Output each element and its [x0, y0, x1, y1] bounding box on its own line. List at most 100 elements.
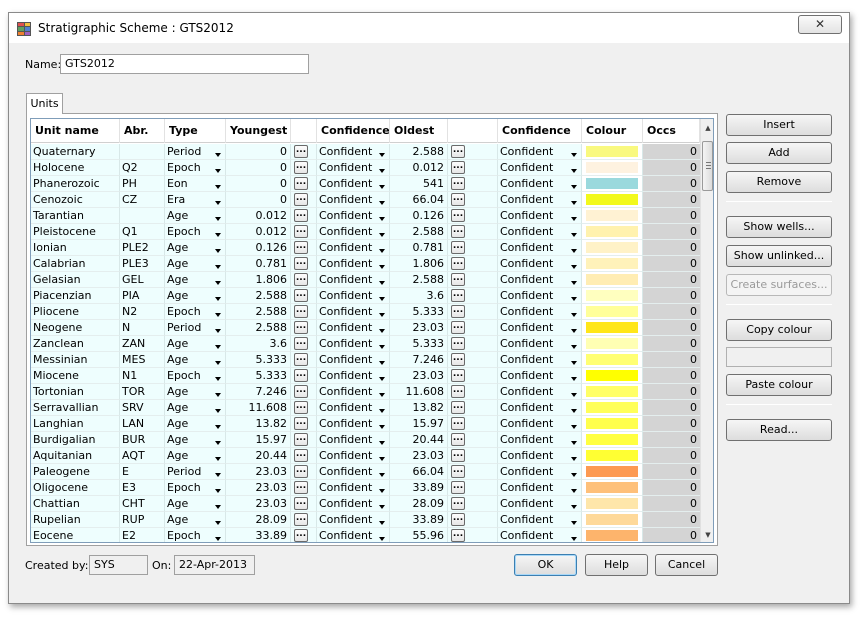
unit-name-cell[interactable]: Messinian — [31, 352, 120, 368]
date-picker-cell[interactable]: ... — [448, 272, 498, 288]
colour-swatch-cell[interactable] — [582, 480, 643, 496]
date-picker-cell[interactable]: ... — [448, 496, 498, 512]
unit-name-cell[interactable]: Tarantian — [31, 208, 120, 224]
type-select-cell[interactable]: Age — [165, 496, 226, 512]
chevron-down-icon[interactable] — [215, 537, 221, 541]
abbreviation-cell[interactable] — [120, 208, 165, 224]
date-picker-cell[interactable]: ... — [291, 336, 317, 352]
ellipsis-button[interactable]: ... — [294, 401, 308, 414]
chevron-down-icon[interactable] — [379, 233, 385, 237]
column-header[interactable]: Oldest — [390, 119, 448, 143]
abbreviation-cell[interactable]: SRV — [120, 400, 165, 416]
type-select-cell[interactable]: Epoch — [165, 480, 226, 496]
date-picker-cell[interactable]: ... — [448, 208, 498, 224]
oldest-cell[interactable]: 28.09 — [390, 496, 448, 512]
youngest-cell[interactable]: 0 — [226, 176, 291, 192]
abbreviation-cell[interactable]: CHT — [120, 496, 165, 512]
youngest-confidence-select[interactable]: Confident — [317, 144, 390, 160]
unit-name-cell[interactable]: Serravallian — [31, 400, 120, 416]
type-select-cell[interactable]: Age — [165, 352, 226, 368]
chevron-down-icon[interactable] — [379, 281, 385, 285]
colour-swatch-cell[interactable] — [582, 304, 643, 320]
chevron-down-icon[interactable] — [379, 505, 385, 509]
date-picker-cell[interactable]: ... — [448, 432, 498, 448]
ellipsis-button[interactable]: ... — [451, 289, 465, 302]
youngest-confidence-select[interactable]: Confident — [317, 416, 390, 432]
youngest-cell[interactable]: 1.806 — [226, 272, 291, 288]
type-select-cell[interactable]: Epoch — [165, 160, 226, 176]
date-picker-cell[interactable]: ... — [291, 416, 317, 432]
chevron-down-icon[interactable] — [571, 393, 577, 397]
date-picker-cell[interactable]: ... — [291, 400, 317, 416]
abbreviation-cell[interactable]: LAN — [120, 416, 165, 432]
chevron-down-icon[interactable] — [571, 457, 577, 461]
chevron-down-icon[interactable] — [379, 153, 385, 157]
colour-swatch[interactable] — [586, 482, 638, 493]
date-picker-cell[interactable]: ... — [291, 368, 317, 384]
youngest-confidence-select[interactable]: Confident — [317, 528, 390, 542]
oldest-confidence-select[interactable]: Confident — [498, 272, 582, 288]
abbreviation-cell[interactable]: E2 — [120, 528, 165, 542]
date-picker-cell[interactable]: ... — [291, 192, 317, 208]
date-picker-cell[interactable]: ... — [291, 352, 317, 368]
date-picker-cell[interactable]: ... — [291, 464, 317, 480]
chevron-down-icon[interactable] — [379, 169, 385, 173]
ellipsis-button[interactable]: ... — [451, 337, 465, 350]
abbreviation-cell[interactable]: N1 — [120, 368, 165, 384]
colour-swatch-cell[interactable] — [582, 448, 643, 464]
youngest-confidence-select[interactable]: Confident — [317, 336, 390, 352]
youngest-confidence-select[interactable]: Confident — [317, 480, 390, 496]
youngest-confidence-select[interactable]: Confident — [317, 400, 390, 416]
chevron-down-icon[interactable] — [379, 377, 385, 381]
youngest-confidence-select[interactable]: Confident — [317, 192, 390, 208]
chevron-down-icon[interactable] — [379, 537, 385, 541]
unit-name-cell[interactable]: Tortonian — [31, 384, 120, 400]
unit-name-cell[interactable]: Paleogene — [31, 464, 120, 480]
type-select-cell[interactable]: Age — [165, 288, 226, 304]
youngest-confidence-select[interactable]: Confident — [317, 304, 390, 320]
insert-button[interactable]: Insert — [726, 114, 832, 136]
oldest-confidence-select[interactable]: Confident — [498, 400, 582, 416]
chevron-down-icon[interactable] — [215, 169, 221, 173]
oldest-cell[interactable]: 33.89 — [390, 512, 448, 528]
chevron-down-icon[interactable] — [379, 329, 385, 333]
column-header[interactable]: Occs — [643, 119, 700, 143]
chevron-down-icon[interactable] — [571, 281, 577, 285]
youngest-cell[interactable]: 23.03 — [226, 480, 291, 496]
date-picker-cell[interactable]: ... — [291, 448, 317, 464]
oldest-confidence-select[interactable]: Confident — [498, 224, 582, 240]
ellipsis-button[interactable]: ... — [451, 481, 465, 494]
abbreviation-cell[interactable]: PH — [120, 176, 165, 192]
unit-name-cell[interactable]: Holocene — [31, 160, 120, 176]
oldest-confidence-select[interactable]: Confident — [498, 144, 582, 160]
ellipsis-button[interactable]: ... — [451, 177, 465, 190]
colour-swatch-cell[interactable] — [582, 432, 643, 448]
unit-name-cell[interactable]: Pliocene — [31, 304, 120, 320]
colour-swatch[interactable] — [586, 466, 638, 477]
date-picker-cell[interactable]: ... — [448, 400, 498, 416]
oldest-cell[interactable]: 3.6 — [390, 288, 448, 304]
chevron-down-icon[interactable] — [379, 473, 385, 477]
unit-name-cell[interactable]: Eocene — [31, 528, 120, 542]
arrow-down-icon[interactable]: ▼ — [701, 528, 713, 542]
unit-name-cell[interactable]: Gelasian — [31, 272, 120, 288]
chevron-down-icon[interactable] — [379, 489, 385, 493]
colour-swatch[interactable] — [586, 418, 638, 429]
ellipsis-button[interactable]: ... — [294, 369, 308, 382]
ellipsis-button[interactable]: ... — [294, 305, 308, 318]
chevron-down-icon[interactable] — [571, 265, 577, 269]
colour-swatch[interactable] — [586, 498, 638, 509]
abbreviation-cell[interactable]: E — [120, 464, 165, 480]
oldest-confidence-select[interactable]: Confident — [498, 176, 582, 192]
chevron-down-icon[interactable] — [571, 473, 577, 477]
ellipsis-button[interactable]: ... — [294, 497, 308, 510]
table-row[interactable]: Miocene N1 Epoch 5.333... Confident 23.03... C… — [31, 368, 700, 384]
unit-name-cell[interactable]: Pleistocene — [31, 224, 120, 240]
colour-swatch-cell[interactable] — [582, 496, 643, 512]
chevron-down-icon[interactable] — [215, 489, 221, 493]
ellipsis-button[interactable]: ... — [294, 225, 308, 238]
oldest-confidence-select[interactable]: Confident — [498, 448, 582, 464]
youngest-cell[interactable]: 2.588 — [226, 304, 291, 320]
date-picker-cell[interactable]: ... — [448, 320, 498, 336]
ellipsis-button[interactable]: ... — [451, 305, 465, 318]
